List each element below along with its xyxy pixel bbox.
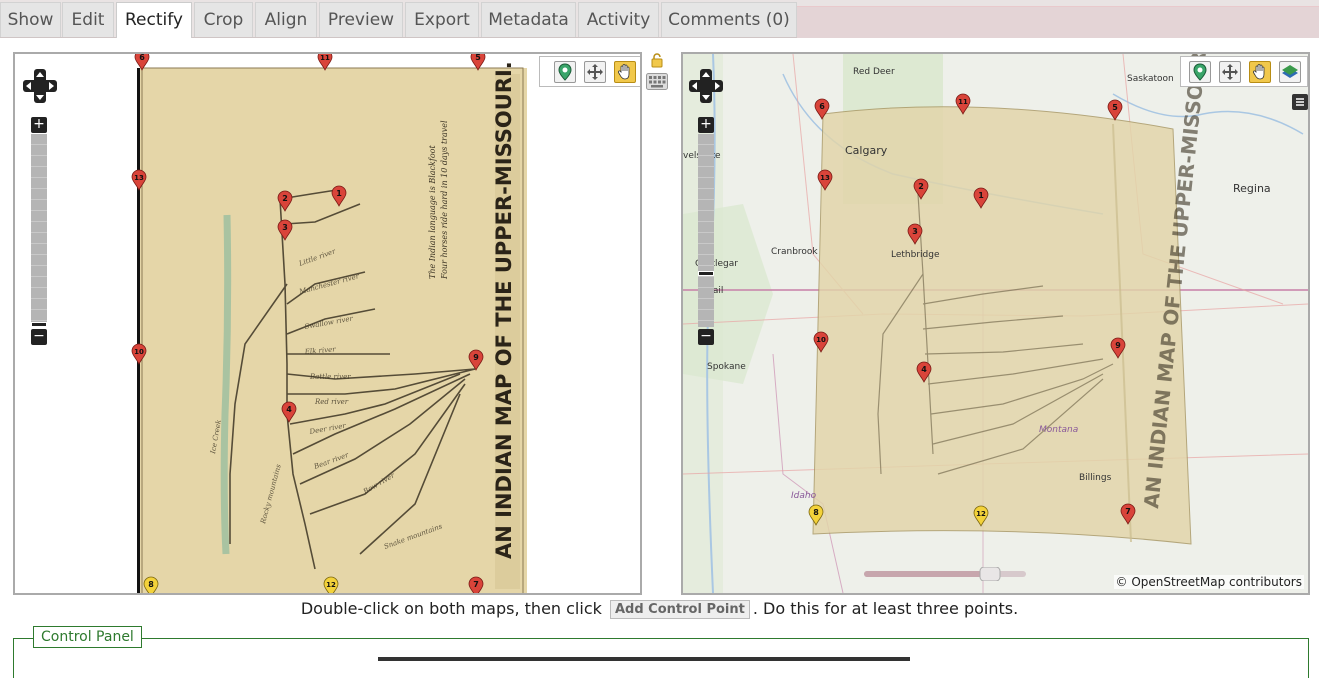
- marker-label: 3: [282, 223, 288, 232]
- map-note-2: Four horses ride hard in 10 days travel: [440, 120, 449, 280]
- pan-hand-icon[interactable]: [1249, 61, 1271, 83]
- tab-comments[interactable]: Comments (0): [661, 2, 797, 37]
- reference-map-viewer[interactable]: AN INDIAN MAP OF THE UPPER-MISSOURI. 180…: [681, 52, 1310, 595]
- add-control-point-button[interactable]: Add Control Point: [609, 600, 750, 619]
- marker-label: 1: [336, 189, 342, 198]
- city-label: Idaho: [791, 491, 817, 501]
- marker-label: 7: [1125, 507, 1131, 516]
- map-title: AN INDIAN MAP OF THE UPPER-MISSOURI. 180…: [492, 54, 516, 559]
- marker-label: 1: [978, 191, 984, 200]
- zoom-in-button[interactable]: +: [31, 117, 47, 133]
- marker-label: 3: [912, 227, 918, 236]
- svg-text:Red river: Red river: [314, 398, 349, 406]
- marker-label: 13: [820, 174, 830, 182]
- control-panel-bar: [378, 657, 910, 661]
- marker-label: 12: [326, 581, 336, 589]
- layers-icon[interactable]: [1279, 61, 1301, 83]
- tab-preview[interactable]: Preview: [319, 2, 403, 37]
- tab-crop[interactable]: Crop: [194, 2, 253, 37]
- city-label: Lethbridge: [891, 250, 940, 260]
- tab-align[interactable]: Align: [255, 2, 317, 37]
- pan-control-icon[interactable]: [689, 69, 723, 103]
- scanned-map-viewer[interactable]: Little river Manchester river Swallow ri…: [13, 52, 642, 595]
- add-point-icon[interactable]: [554, 61, 576, 83]
- move-icon[interactable]: [1219, 61, 1241, 83]
- tab-rectify[interactable]: Rectify: [116, 2, 192, 38]
- layer-switcher-icon[interactable]: [1292, 94, 1308, 110]
- zoom-slider[interactable]: [698, 271, 714, 276]
- tab-show[interactable]: Show: [0, 2, 61, 37]
- marker-label: 5: [475, 54, 481, 62]
- move-icon[interactable]: [584, 61, 606, 83]
- zoom-track[interactable]: [698, 134, 714, 327]
- marker-label: 4: [286, 405, 292, 414]
- tab-metadata[interactable]: Metadata: [481, 2, 576, 37]
- zoom-track[interactable]: [31, 134, 47, 327]
- edit-toolbar-left: [539, 56, 640, 87]
- marker-label: 10: [134, 348, 144, 356]
- opacity-slider[interactable]: [864, 567, 1026, 581]
- pan-hand-icon[interactable]: [614, 61, 636, 83]
- marker-label: 9: [1115, 341, 1121, 350]
- city-label: Cranbrook: [771, 247, 818, 257]
- city-label: Billings: [1079, 473, 1112, 483]
- svg-text:Battle river: Battle river: [309, 373, 351, 381]
- marker-label: 12: [976, 510, 986, 518]
- tab-edit[interactable]: Edit: [62, 2, 114, 37]
- marker-label: 7: [473, 580, 479, 589]
- control-panel-legend: Control Panel: [33, 626, 142, 648]
- city-label: Regina: [1233, 182, 1271, 195]
- lock-icon[interactable]: [649, 52, 665, 68]
- marker-label: 6: [819, 102, 825, 111]
- city-label: Spokane: [707, 362, 746, 372]
- instructions-before: Double-click on both maps, then click: [300, 599, 602, 618]
- marker-label: 9: [473, 353, 479, 362]
- marker-label: 2: [282, 194, 288, 203]
- tab-bar: Show Edit Rectify Crop Align Preview Export Met…: [0, 0, 1319, 38]
- marker-label: 11: [958, 98, 968, 106]
- zoom-in-button[interactable]: +: [698, 117, 714, 133]
- zoom-out-button[interactable]: −: [31, 329, 47, 345]
- marker-label: 2: [918, 182, 924, 191]
- map-note-1: The Indian language is Blackfoot: [428, 145, 437, 279]
- marker-label: 6: [139, 54, 145, 62]
- marker-label: 10: [816, 336, 826, 344]
- city-label: Red Deer: [853, 67, 895, 77]
- city-label: Montana: [1039, 425, 1078, 435]
- add-point-icon[interactable]: [1189, 61, 1211, 83]
- basemap[interactable]: AN INDIAN MAP OF THE UPPER-MISSOURI. 180…: [683, 54, 1308, 593]
- edit-toolbar-right: [1180, 56, 1308, 87]
- instructions: Double-click on both maps, then click Ad…: [0, 599, 1319, 619]
- city-label: Calgary: [845, 144, 888, 157]
- zoom-bar[interactable]: + −: [698, 117, 714, 345]
- map-attribution: © OpenStreetMap contributors: [1113, 575, 1304, 589]
- tab-bar-stripe: [797, 6, 1319, 38]
- keyboard-icon[interactable]: [646, 73, 668, 90]
- city-label: Saskatoon: [1127, 74, 1174, 84]
- scanned-map-image[interactable]: Little river Manchester river Swallow ri…: [15, 54, 640, 593]
- marker-label: 11: [320, 54, 330, 62]
- instructions-after: . Do this for at least three points.: [752, 599, 1019, 618]
- zoom-slider[interactable]: [31, 322, 47, 327]
- marker-label: 5: [1112, 103, 1118, 112]
- marker-label: 8: [148, 580, 154, 589]
- tab-activity[interactable]: Activity: [578, 2, 659, 37]
- zoom-bar[interactable]: + −: [31, 117, 47, 345]
- zoom-out-button[interactable]: −: [698, 329, 714, 345]
- marker-label: 8: [813, 508, 819, 517]
- marker-label: 4: [921, 365, 927, 374]
- tab-export[interactable]: Export: [405, 2, 479, 37]
- pan-control-icon[interactable]: [23, 69, 57, 103]
- marker-label: 13: [134, 174, 144, 182]
